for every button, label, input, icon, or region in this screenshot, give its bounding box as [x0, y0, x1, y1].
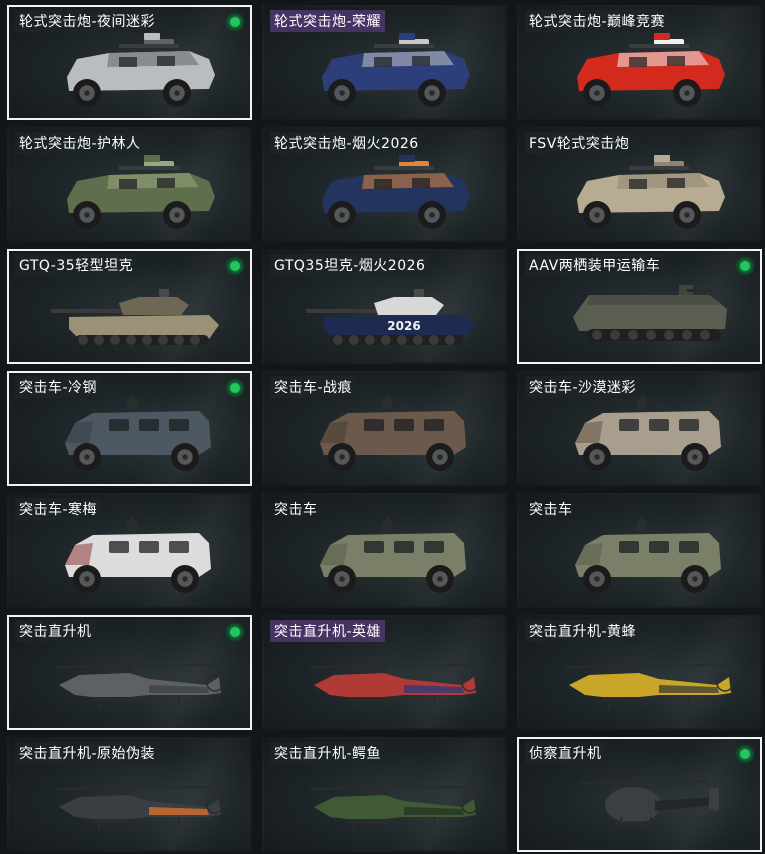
vehicle-name-label: 侦察直升机	[525, 742, 606, 764]
vehicle-name-label: GTQ-35轻型坦克	[15, 254, 138, 276]
vehicle-card[interactable]: 轮式突击炮-巅峰竞赛	[517, 5, 762, 120]
assault-vehicle-image	[559, 395, 739, 484]
attack-helicopter-image	[49, 761, 229, 850]
equipped-status-icon	[226, 257, 244, 275]
wheeled-assault-gun-image	[304, 151, 484, 240]
vehicle-name-label: AAV两栖装甲运输车	[525, 254, 665, 276]
vehicle-name-label: 轮式突击炮-巅峰竞赛	[525, 10, 670, 32]
vehicle-name-label: 突击车-冷钢	[15, 376, 102, 398]
vehicle-card[interactable]: 突击车-战痕	[262, 371, 507, 486]
vehicle-name-label: 突击直升机-鳄鱼	[270, 742, 386, 764]
svg-text:2026: 2026	[387, 319, 420, 333]
vehicle-card[interactable]: 突击车-寒梅	[7, 493, 252, 608]
vehicle-name-label: 轮式突击炮-护林人	[15, 132, 145, 154]
wheeled-assault-gun-image	[559, 29, 739, 118]
vehicle-name-label: 突击车-战痕	[270, 376, 357, 398]
vehicle-card[interactable]: FSV轮式突击炮	[517, 127, 762, 242]
vehicle-name-label: GTQ35坦克-烟火2026	[270, 254, 430, 276]
equipped-status-icon	[226, 13, 244, 31]
vehicle-card[interactable]: 突击直升机-原始伪装	[7, 737, 252, 852]
assault-vehicle-image	[304, 517, 484, 606]
vehicle-card[interactable]: 突击直升机	[7, 615, 252, 730]
wheeled-assault-gun-image	[559, 151, 739, 240]
vehicle-card[interactable]: 突击车-冷钢	[7, 371, 252, 486]
vehicle-name-label: 轮式突击炮-夜间迷彩	[15, 10, 160, 32]
vehicle-name-label: 突击直升机-原始伪装	[15, 742, 160, 764]
amphibious-apc-image	[559, 273, 739, 362]
attack-helicopter-image	[559, 639, 739, 728]
equipped-status-icon	[226, 623, 244, 641]
vehicle-card[interactable]: 2026 GTQ35坦克-烟火2026	[262, 249, 507, 364]
vehicle-name-label: 轮式突击炮-烟火2026	[270, 132, 423, 154]
vehicle-name-label: 轮式突击炮-荣耀	[270, 10, 386, 32]
vehicle-name-label: 突击车	[274, 502, 318, 518]
vehicle-name-label: 突击直升机-黄蜂	[525, 620, 641, 642]
wheeled-assault-gun-image	[49, 29, 229, 118]
vehicle-name-label: 突击直升机	[15, 620, 96, 642]
attack-helicopter-image	[49, 639, 229, 728]
equipped-status-icon	[736, 745, 754, 763]
attack-helicopter-image	[304, 761, 484, 850]
vehicle-name-label: 突击直升机-英雄	[270, 620, 386, 642]
equipped-status-icon	[736, 257, 754, 275]
vehicle-card[interactable]: GTQ-35轻型坦克	[7, 249, 252, 364]
vehicle-card[interactable]: 轮式突击炮-夜间迷彩	[7, 5, 252, 120]
vehicle-card[interactable]: 突击直升机-黄蜂	[517, 615, 762, 730]
vehicle-card[interactable]: 侦察直升机	[517, 737, 762, 852]
vehicle-card[interactable]: 突击车	[517, 493, 762, 608]
vehicle-card[interactable]: 轮式突击炮-护林人	[7, 127, 252, 242]
vehicle-name-label: FSV轮式突击炮	[525, 132, 634, 154]
vehicle-card[interactable]: AAV两栖装甲运输车	[517, 249, 762, 364]
equipped-status-icon	[226, 379, 244, 397]
assault-vehicle-image	[304, 395, 484, 484]
vehicle-card[interactable]: 突击车	[262, 493, 507, 608]
vehicle-card[interactable]: 突击直升机-鳄鱼	[262, 737, 507, 852]
assault-vehicle-image	[559, 517, 739, 606]
vehicle-card[interactable]: 突击车-沙漠迷彩	[517, 371, 762, 486]
wheeled-assault-gun-image	[49, 151, 229, 240]
vehicle-name-label: 突击车-寒梅	[15, 498, 102, 520]
attack-helicopter-image	[304, 639, 484, 728]
vehicle-name-label: 突击车-沙漠迷彩	[525, 376, 641, 398]
vehicle-card[interactable]: 轮式突击炮-荣耀	[262, 5, 507, 120]
light-tank-image: 2026	[304, 273, 484, 362]
scout-helicopter-image	[559, 761, 739, 850]
vehicle-card[interactable]: 突击直升机-英雄	[262, 615, 507, 730]
vehicle-name-label: 突击车	[529, 502, 573, 518]
assault-vehicle-image	[49, 517, 229, 606]
light-tank-image	[49, 273, 229, 362]
wheeled-assault-gun-image	[304, 29, 484, 118]
vehicle-skin-grid: 轮式突击炮-夜间迷彩 轮式突击炮-荣耀 轮式突击炮-巅峰竞赛 轮式突击炮-护林人…	[0, 0, 765, 854]
vehicle-card[interactable]: 轮式突击炮-烟火2026	[262, 127, 507, 242]
assault-vehicle-image	[49, 395, 229, 484]
